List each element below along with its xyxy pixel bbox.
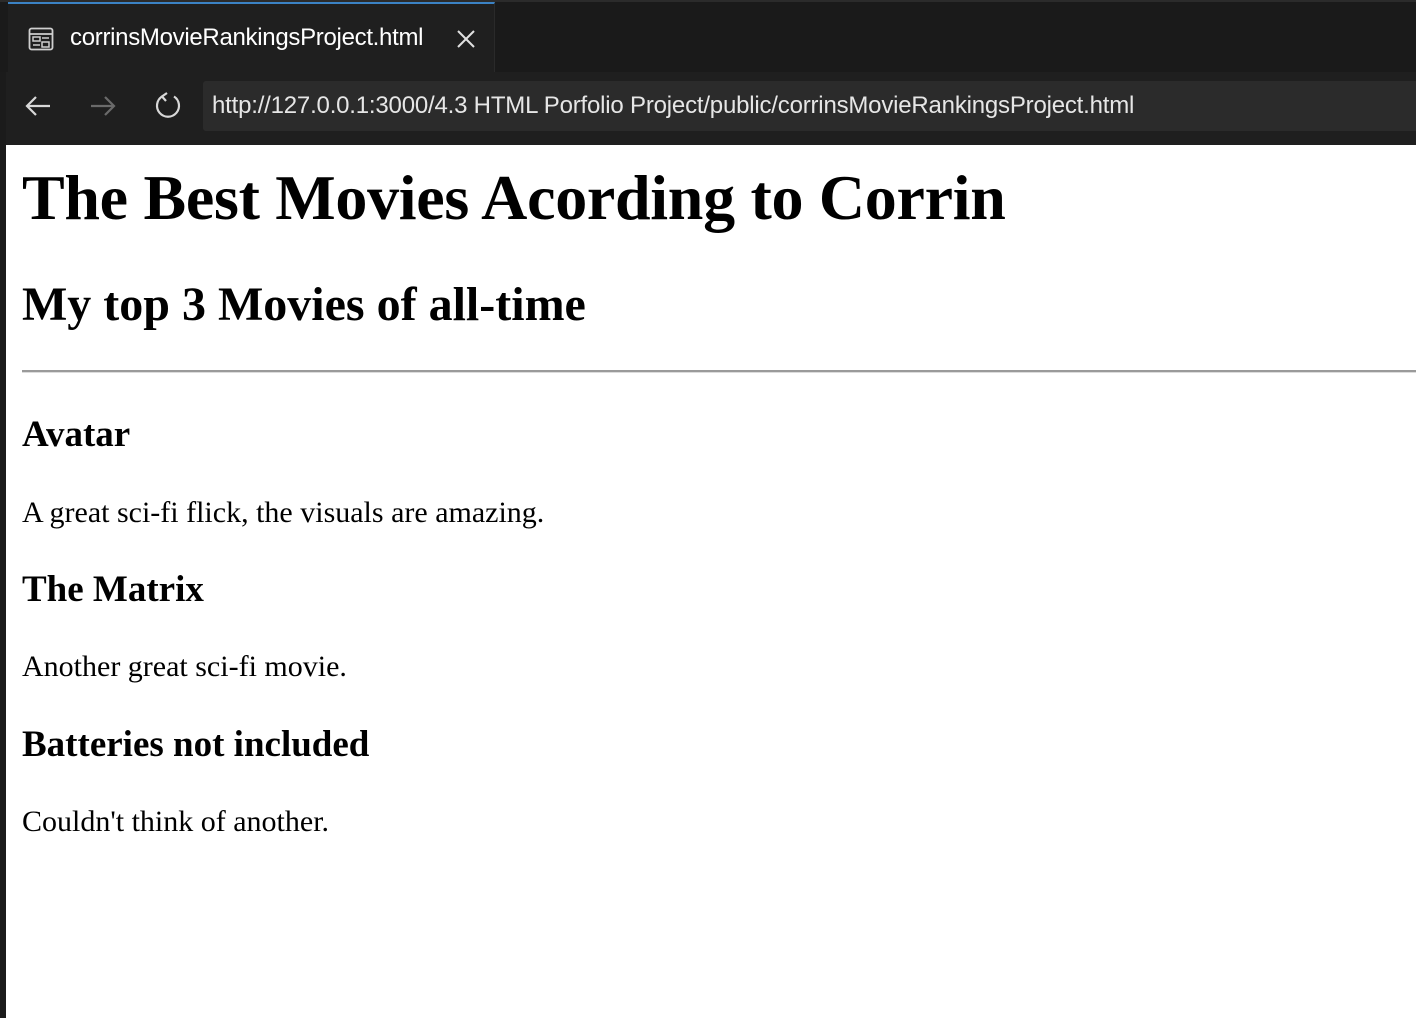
tab-active[interactable]: corrinsMovieRankingsProject.html [8, 2, 495, 72]
preview-page-icon [28, 26, 54, 52]
tab-title: corrinsMovieRankingsProject.html [70, 24, 424, 51]
browser-window: corrinsMovieRankingsProject.html http://… [0, 0, 1416, 1018]
page-title: The Best Movies Acording to Corrin [22, 162, 1006, 233]
navigation-bar: http://127.0.0.1:3000/4.3 HTML Porfolio … [0, 72, 1416, 145]
window-edge [0, 72, 6, 145]
movie-title: Batteries not included [22, 724, 370, 765]
address-bar[interactable]: http://127.0.0.1:3000/4.3 HTML Porfolio … [203, 81, 1416, 131]
movie-title: The Matrix [22, 569, 204, 610]
url-text[interactable]: http://127.0.0.1:3000/4.3 HTML Porfolio … [212, 92, 1134, 120]
divider [22, 370, 1416, 373]
movie-description: A great sci-fi flick, the visuals are am… [22, 496, 545, 529]
movie-description: Another great sci-fi movie. [22, 650, 347, 683]
reload-icon[interactable] [153, 91, 183, 121]
movie-description: Couldn't think of another. [22, 805, 330, 838]
arrow-right-icon[interactable] [88, 91, 118, 121]
arrow-left-icon[interactable] [23, 91, 53, 121]
movie-title: Avatar [22, 414, 131, 455]
close-icon[interactable] [454, 27, 478, 51]
page-viewport: The Best Movies Acording to Corrin My to… [6, 145, 1416, 1018]
tab-strip: corrinsMovieRankingsProject.html [0, 0, 1416, 72]
page-subtitle: My top 3 Movies of all-time [22, 278, 586, 331]
